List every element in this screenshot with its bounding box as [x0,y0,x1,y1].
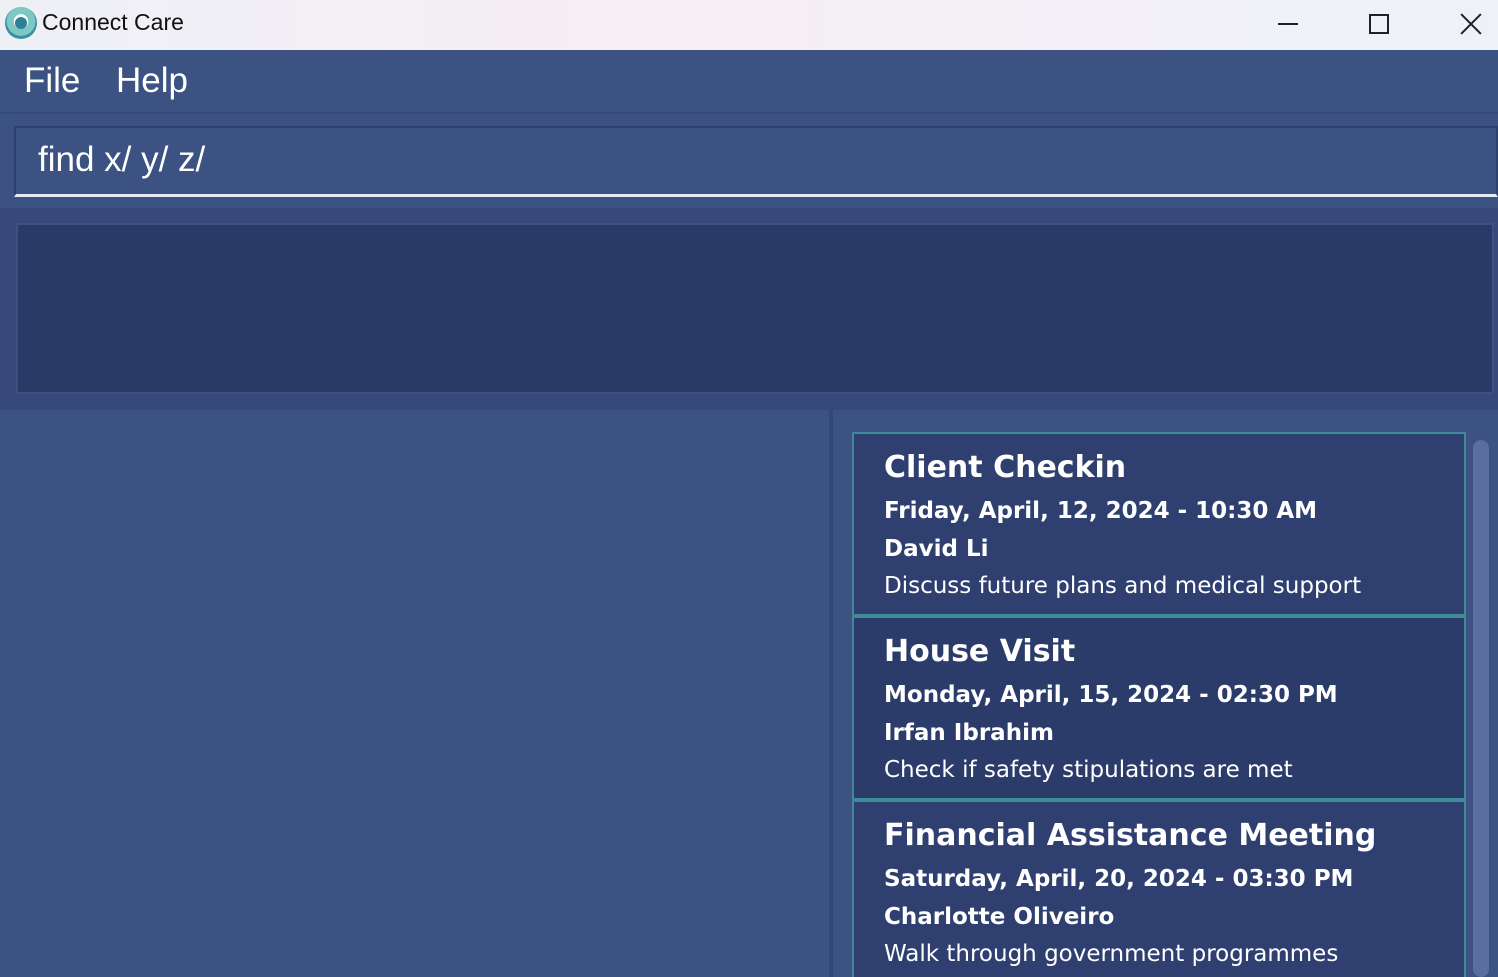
command-box-container: find x/ y/ z/ [0,116,1498,208]
appointment-notes: Walk through government programmes [884,941,1339,967]
appointment-datetime: Monday, April, 15, 2024 - 02:30 PM [884,682,1338,708]
minimize-button[interactable] [1243,0,1333,48]
appointment-client: Charlotte Oliveiro [884,904,1115,930]
appointment-notes: Check if safety stipulations are met [884,757,1293,783]
close-button[interactable] [1426,0,1498,48]
menu-file[interactable]: File [24,61,80,101]
result-display [16,223,1494,394]
appointment-title: Client Checkin [884,450,1127,485]
appointment-datetime: Saturday, April, 20, 2024 - 03:30 PM [884,866,1354,892]
appointment-title: House Visit [884,634,1076,669]
appointment-card[interactable]: Client Checkin Friday, April, 12, 2024 -… [852,432,1466,616]
scrollbar-thumb[interactable] [1473,440,1489,977]
result-display-container [0,208,1498,410]
appointment-list-panel: Client Checkin Friday, April, 12, 2024 -… [833,410,1498,977]
maximize-button[interactable] [1334,0,1424,48]
minimize-icon [1278,23,1298,25]
title-bar: Connect Care [0,0,1498,50]
appointment-notes: Discuss future plans and medical support [884,573,1362,599]
appointment-card[interactable]: Financial Assistance Meeting Saturday, A… [852,800,1466,977]
maximize-icon [1369,14,1389,34]
menu-help[interactable]: Help [116,61,188,101]
app-logo-icon [5,7,37,39]
appointment-client: Irfan Ibrahim [884,720,1054,746]
appointment-client: David Li [884,536,989,562]
close-icon [1459,12,1483,36]
appointment-datetime: Friday, April, 12, 2024 - 10:30 AM [884,498,1318,524]
appointment-card[interactable]: House Visit Monday, April, 15, 2024 - 02… [852,616,1466,800]
appointment-title: Financial Assistance Meeting [884,818,1377,853]
command-input[interactable]: find x/ y/ z/ [14,126,1498,197]
menu-bar: File Help [0,50,1498,114]
command-input-text: find x/ y/ z/ [38,140,206,179]
window-title: Connect Care [42,9,184,35]
scrollbar[interactable] [1470,436,1492,977]
client-list-panel [0,410,829,977]
